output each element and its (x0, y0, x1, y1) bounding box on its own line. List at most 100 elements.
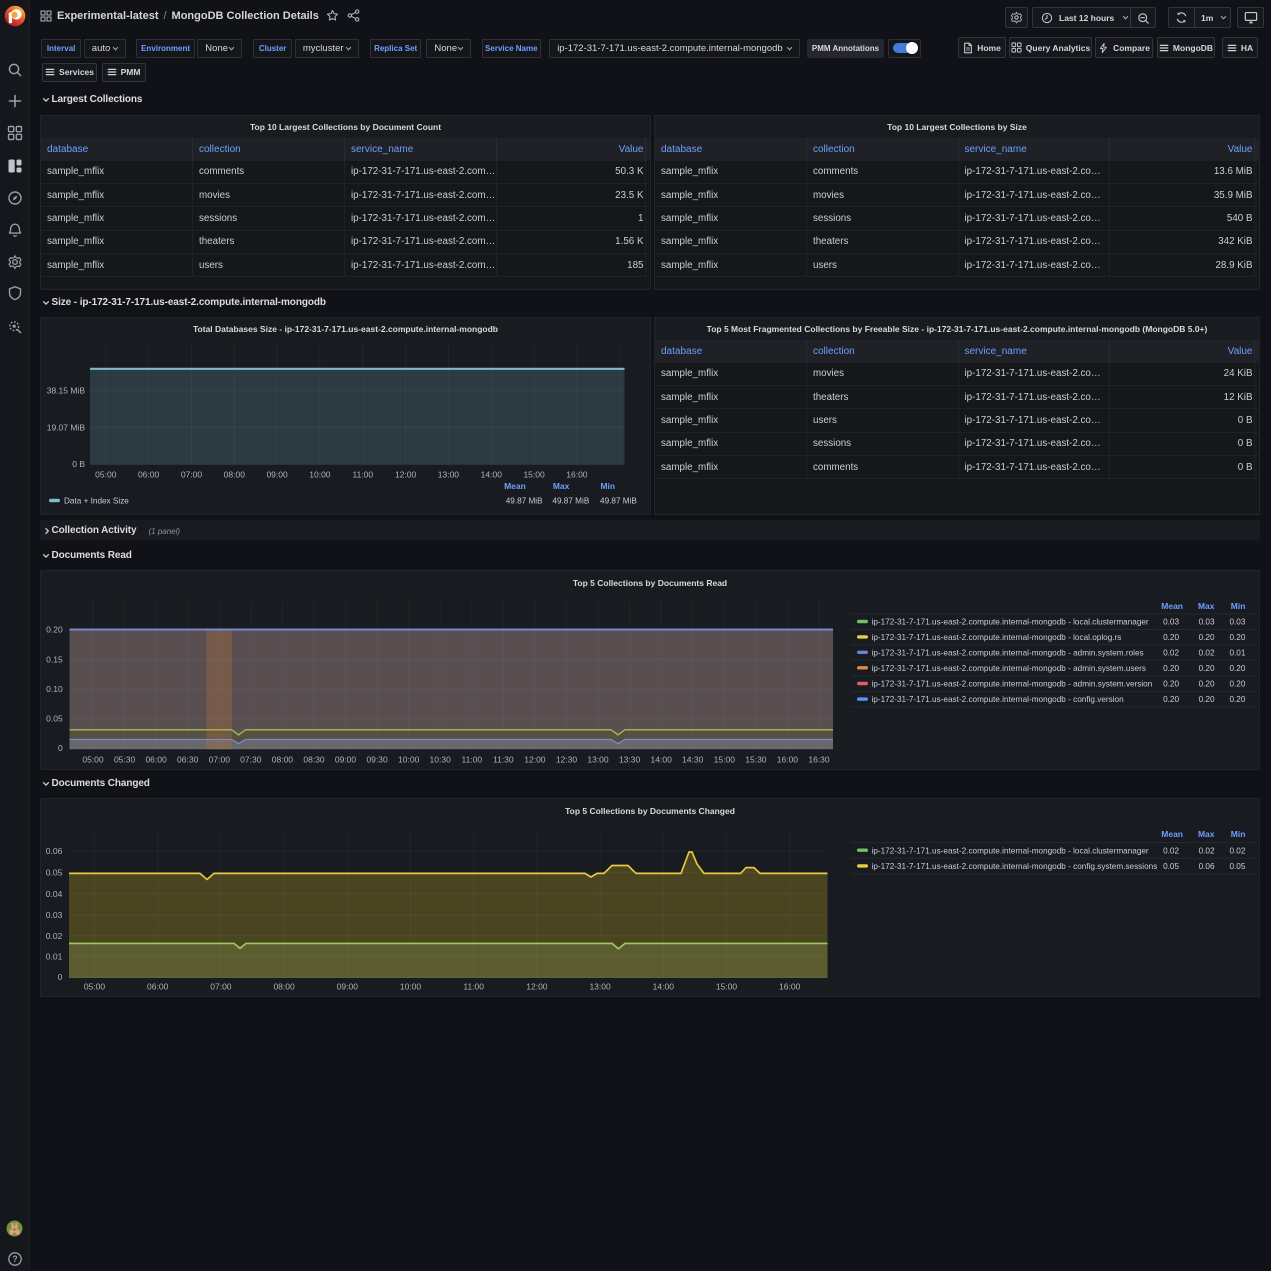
svg-text:06:00: 06:00 (147, 981, 169, 991)
svg-text:0.01: 0.01 (46, 952, 63, 962)
svg-text:11:00: 11:00 (463, 981, 484, 991)
svg-text:13:00: 13:00 (589, 981, 611, 991)
svg-text:0.02: 0.02 (46, 931, 63, 941)
svg-text:14:00: 14:00 (653, 981, 675, 991)
svg-text:0.20: 0.20 (1229, 633, 1245, 642)
svg-text:0.20: 0.20 (1163, 633, 1179, 642)
svg-text:0.03: 0.03 (1163, 618, 1179, 627)
svg-text:14:00: 14:00 (651, 755, 673, 765)
svg-text:11:30: 11:30 (493, 755, 514, 765)
svg-text:10:30: 10:30 (430, 755, 452, 765)
svg-text:Min: Min (1231, 829, 1246, 839)
svg-text:0.10: 0.10 (46, 684, 63, 694)
svg-text:16:00: 16:00 (566, 469, 588, 479)
svg-text:15:00: 15:00 (716, 981, 738, 991)
svg-text:0.20: 0.20 (1229, 695, 1245, 704)
svg-text:07:00: 07:00 (210, 981, 232, 991)
svg-text:0.05: 0.05 (46, 867, 63, 877)
svg-text:06:30: 06:30 (177, 755, 199, 765)
svg-text:12:00: 12:00 (526, 981, 548, 991)
svg-text:13:00: 13:00 (587, 755, 609, 765)
svg-text:16:30: 16:30 (808, 755, 830, 765)
svg-text:09:00: 09:00 (337, 981, 359, 991)
svg-text:0.05: 0.05 (1163, 862, 1179, 871)
svg-text:Data + Index Size: Data + Index Size (64, 497, 129, 506)
svg-text:0.20: 0.20 (1229, 664, 1245, 673)
svg-text:05:00: 05:00 (84, 981, 106, 991)
svg-text:16:00: 16:00 (777, 755, 799, 765)
svg-text:0.03: 0.03 (1199, 618, 1215, 627)
svg-text:49.87 MiB: 49.87 MiB (600, 497, 637, 506)
svg-text:ip-172-31-7-171.us-east-2.comp: ip-172-31-7-171.us-east-2.compute.intern… (872, 648, 1144, 657)
svg-text:09:30: 09:30 (366, 755, 388, 765)
svg-text:ip-172-31-7-171.us-east-2.comp: ip-172-31-7-171.us-east-2.compute.intern… (872, 680, 1153, 689)
svg-text:15:30: 15:30 (745, 755, 767, 765)
svg-text:0.02: 0.02 (1163, 648, 1179, 657)
svg-text:Mean: Mean (1161, 601, 1183, 611)
svg-text:08:00: 08:00 (272, 755, 294, 765)
svg-text:08:00: 08:00 (273, 981, 295, 991)
svg-text:Mean: Mean (1161, 829, 1183, 839)
svg-text:14:30: 14:30 (682, 755, 704, 765)
svg-text:19.07 MiB: 19.07 MiB (47, 422, 86, 432)
svg-text:09:00: 09:00 (335, 755, 357, 765)
svg-text:ip-172-31-7-171.us-east-2.comp: ip-172-31-7-171.us-east-2.compute.intern… (872, 618, 1149, 627)
svg-text:07:00: 07:00 (181, 469, 203, 479)
svg-text:Max: Max (1198, 829, 1215, 839)
svg-text:49.87 MiB: 49.87 MiB (552, 497, 589, 506)
svg-text:0.15: 0.15 (46, 654, 63, 664)
svg-text:0.06: 0.06 (1199, 862, 1215, 871)
svg-text:07:30: 07:30 (240, 755, 262, 765)
svg-text:13:30: 13:30 (619, 755, 641, 765)
svg-text:Max: Max (553, 481, 570, 491)
svg-text:10:00: 10:00 (309, 469, 331, 479)
svg-text:Min: Min (1231, 601, 1246, 611)
svg-text:16:00: 16:00 (779, 981, 801, 991)
svg-text:15:00: 15:00 (523, 469, 545, 479)
svg-text:ip-172-31-7-171.us-east-2.comp: ip-172-31-7-171.us-east-2.compute.intern… (872, 846, 1149, 855)
svg-text:Min: Min (600, 481, 615, 491)
svg-text:0.20: 0.20 (1199, 664, 1215, 673)
svg-text:13:00: 13:00 (438, 469, 460, 479)
svg-text:0.05: 0.05 (46, 714, 63, 724)
svg-text:0.20: 0.20 (1229, 680, 1245, 689)
svg-text:10:00: 10:00 (400, 981, 422, 991)
svg-text:12:30: 12:30 (556, 755, 578, 765)
svg-text:49.87 MiB: 49.87 MiB (506, 497, 543, 506)
svg-text:0.20: 0.20 (1199, 633, 1215, 642)
svg-text:0.03: 0.03 (46, 910, 63, 920)
svg-text:0.02: 0.02 (1163, 846, 1179, 855)
svg-text:0.20: 0.20 (1163, 680, 1179, 689)
svg-text:15:00: 15:00 (714, 755, 736, 765)
svg-text:?: ? (12, 1254, 18, 1264)
svg-text:Max: Max (1198, 601, 1215, 611)
svg-text:0.20: 0.20 (1163, 695, 1179, 704)
svg-text:0 B: 0 B (72, 459, 85, 469)
svg-text:0: 0 (58, 743, 63, 753)
svg-text:12:00: 12:00 (395, 469, 417, 479)
svg-text:ip-172-31-7-171.us-east-2.comp: ip-172-31-7-171.us-east-2.compute.intern… (872, 633, 1122, 642)
svg-text:05:00: 05:00 (82, 755, 104, 765)
svg-text:09:00: 09:00 (266, 469, 288, 479)
svg-text:07:00: 07:00 (209, 755, 231, 765)
svg-text:0.03: 0.03 (1229, 618, 1245, 627)
svg-text:0.20: 0.20 (1163, 664, 1179, 673)
svg-text:0.20: 0.20 (46, 625, 63, 635)
svg-text:0.02: 0.02 (1229, 846, 1245, 855)
svg-text:ip-172-31-7-171.us-east-2.comp: ip-172-31-7-171.us-east-2.compute.intern… (872, 862, 1158, 871)
svg-text:0.06: 0.06 (46, 846, 63, 856)
svg-text:0: 0 (58, 972, 63, 982)
svg-text:38.15 MiB: 38.15 MiB (47, 386, 86, 396)
svg-text:12:00: 12:00 (524, 755, 546, 765)
svg-text:0.20: 0.20 (1199, 680, 1215, 689)
svg-text:0.02: 0.02 (1199, 846, 1215, 855)
svg-text:0.02: 0.02 (1199, 648, 1215, 657)
svg-text:0.05: 0.05 (1229, 862, 1245, 871)
svg-text:08:00: 08:00 (224, 469, 246, 479)
svg-text:05:30: 05:30 (114, 755, 136, 765)
svg-text:Mean: Mean (504, 481, 526, 491)
svg-text:06:00: 06:00 (145, 755, 167, 765)
svg-text:0.04: 0.04 (46, 889, 63, 899)
svg-text:14:00: 14:00 (481, 469, 503, 479)
svg-text:0.20: 0.20 (1199, 695, 1215, 704)
